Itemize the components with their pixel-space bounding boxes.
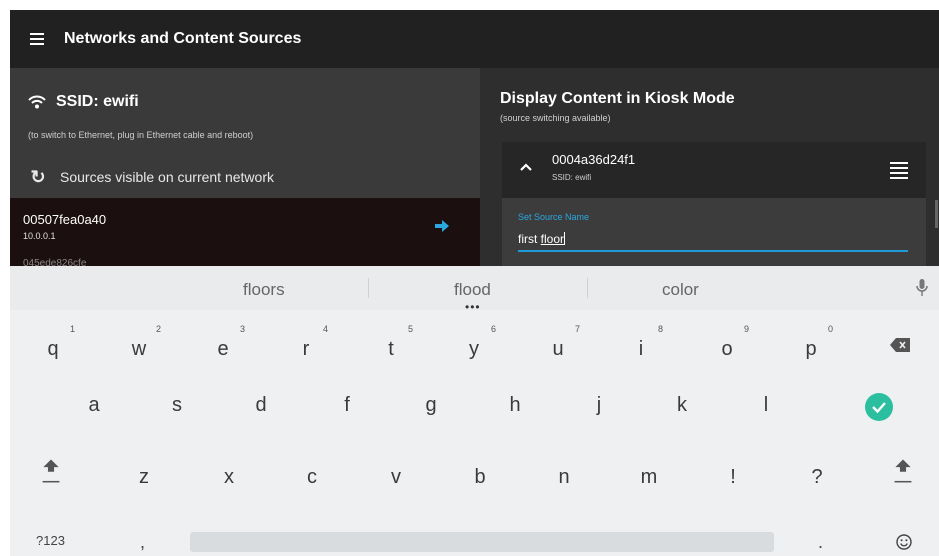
field-prefix: first [518, 232, 541, 246]
source-name-label: Set Source Name [518, 212, 590, 222]
symbols-key[interactable]: ?123 [36, 533, 65, 548]
source-name-field[interactable] [518, 228, 908, 252]
suggestion-item[interactable]: flood [454, 280, 491, 300]
key-a[interactable]: a [64, 384, 124, 424]
app-frame: Networks and Content Sources SSID: ewifi… [10, 10, 939, 556]
suggestion-strip: floors flood ••• color [10, 266, 939, 314]
key-z[interactable]: z [114, 456, 174, 496]
kiosk-pane: Display Content in Kiosk Mode (source sw… [480, 68, 939, 266]
key-s[interactable]: s [147, 384, 207, 424]
key-question[interactable]: ? [787, 456, 847, 496]
network-pane: SSID: ewifi (to switch to Ethernet, plug… [10, 68, 480, 269]
key-k[interactable]: k [652, 384, 712, 424]
key-v[interactable]: v [366, 456, 426, 496]
ssid-row: SSID: ewifi [28, 93, 139, 111]
space-bar[interactable] [190, 532, 774, 552]
key-o[interactable]: o9 [697, 324, 757, 368]
kiosk-title: Display Content in Kiosk Mode [500, 90, 735, 107]
suggestion-item[interactable]: floors [243, 280, 285, 300]
key-comma[interactable]: , [140, 532, 145, 553]
key-d[interactable]: d [231, 384, 291, 424]
wifi-icon [28, 95, 46, 109]
divider [368, 278, 369, 298]
key-p[interactable]: p0 [781, 324, 841, 368]
suggestion-item[interactable]: color [662, 280, 699, 300]
key-l[interactable]: l [736, 384, 796, 424]
ethernet-note: (to switch to Ethernet, plug in Ethernet… [28, 130, 254, 140]
divider [587, 278, 588, 298]
key-u[interactable]: u7 [528, 324, 588, 368]
menu-icon[interactable] [30, 33, 44, 45]
key-x[interactable]: x [199, 456, 259, 496]
page-title: Networks and Content Sources [64, 30, 302, 47]
ssid-label: SSID: ewifi [56, 93, 139, 110]
key-g[interactable]: g [401, 384, 461, 424]
device-card: 0004a36d24f1 SSID: ewifi Set Source Name… [502, 142, 926, 266]
microphone-icon[interactable] [916, 279, 928, 297]
key-c[interactable]: c [282, 456, 342, 496]
chevron-up-icon[interactable] [520, 162, 532, 172]
kiosk-subtitle: (source switching available) [500, 113, 611, 123]
key-q[interactable]: q1 [23, 324, 83, 368]
more-suggestions-icon[interactable]: ••• [465, 300, 481, 314]
source-name: 00507fea0a40 [23, 212, 107, 227]
scrollbar[interactable] [935, 200, 938, 228]
key-period[interactable]: . [818, 532, 823, 553]
field-composing-text: floor [540, 232, 565, 246]
key-m[interactable]: m [619, 456, 679, 496]
key-e[interactable]: e3 [193, 324, 253, 368]
key-b[interactable]: b [450, 456, 510, 496]
emoji-icon[interactable] [896, 534, 912, 550]
key-h[interactable]: h [485, 384, 545, 424]
arrow-right-icon[interactable] [435, 220, 449, 232]
key-j[interactable]: j [569, 384, 629, 424]
key-i[interactable]: i8 [611, 324, 671, 368]
source-name-value[interactable]: first floor [518, 232, 566, 246]
soft-keyboard: floors flood ••• color q1 w2 e3 r4 t5 y6… [10, 266, 939, 556]
refresh-icon[interactable]: ↻ [28, 167, 48, 187]
key-r[interactable]: r4 [276, 324, 336, 368]
device-ssid: SSID: ewifi [552, 173, 592, 182]
key-exclamation[interactable]: ! [703, 456, 763, 496]
shift-icon[interactable] [890, 458, 916, 484]
app-bar: Networks and Content Sources [10, 10, 939, 68]
backspace-icon[interactable] [890, 338, 910, 352]
check-icon [872, 402, 886, 414]
source-ip: 10.0.0.1 [23, 231, 56, 241]
key-f[interactable]: f [317, 384, 377, 424]
done-button[interactable] [865, 393, 893, 421]
shift-icon[interactable] [38, 458, 64, 484]
key-t[interactable]: t5 [361, 324, 421, 368]
key-y[interactable]: y6 [444, 324, 504, 368]
device-card-header[interactable]: 0004a36d24f1 SSID: ewifi [502, 142, 926, 198]
list-icon[interactable] [890, 162, 908, 179]
key-w[interactable]: w2 [109, 324, 169, 368]
device-id: 0004a36d24f1 [552, 152, 636, 167]
text-cursor [564, 232, 566, 245]
sources-header-label: Sources visible on current network [60, 169, 274, 185]
key-n[interactable]: n [534, 456, 594, 496]
sources-header[interactable]: ↻ Sources visible on current network [28, 167, 274, 187]
source-list-item[interactable]: 00507fea0a40 10.0.0.1 045ede826cfe [10, 198, 480, 269]
